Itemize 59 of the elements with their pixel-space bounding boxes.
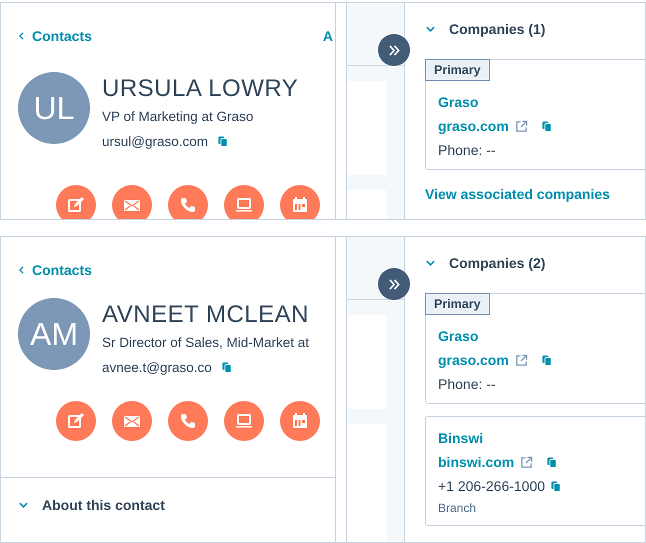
phone-number: Phone: -- [438,375,496,393]
copy-icon[interactable] [542,354,552,366]
phone-icon [178,411,198,431]
chevron-left-icon [19,266,24,274]
double-chevron-icon [388,278,400,290]
call-button[interactable] [168,401,208,441]
phone-icon [178,195,198,215]
primary-badge: Primary [425,293,490,315]
association-label: Branch [438,501,478,515]
avatar: AM [18,298,90,370]
contact-name: AVNEET MCLEAN [102,301,310,329]
job-title: VP of Marketing at Graso [102,109,254,124]
avatar: UL [18,72,90,144]
section-title[interactable]: About this contact [42,497,165,513]
calendar-icon [290,411,310,431]
copy-icon[interactable] [551,480,562,492]
chevron-icon[interactable] [19,502,28,508]
task-button[interactable] [224,401,264,441]
domain-link[interactable]: graso.com [438,117,509,135]
back-link[interactable]: Contacts [19,262,92,278]
meeting-button[interactable] [280,185,320,219]
email-address: avnee.t@graso.co [102,360,212,375]
company-link[interactable]: Graso [438,93,642,111]
phone-number: Phone: -- [438,141,496,159]
calendar-icon [290,195,310,215]
copy-icon[interactable] [547,456,558,468]
chevron-left-icon [19,32,24,40]
email-button[interactable] [112,185,152,219]
job-title: Sr Director of Sales, Mid-Market at [102,335,310,350]
call-button[interactable] [168,185,208,219]
phone-number: +1 206-266-1000 [438,477,546,495]
meeting-button[interactable] [280,401,320,441]
external-link-icon[interactable] [520,456,534,468]
primary-badge: Primary [425,59,490,81]
company-link[interactable]: Graso [438,327,642,345]
chevron-icon[interactable] [426,260,435,266]
external-link-icon[interactable] [514,120,528,132]
contact-name: URSULA LOWRY [102,75,298,103]
email-address: ursul@graso.com [102,134,208,149]
external-link-icon[interactable] [514,354,528,366]
back-link[interactable]: Contacts [19,28,92,44]
view-companies-link[interactable]: View associated companies [425,186,610,202]
pencil-square-icon [66,411,86,431]
pencil-square-icon [66,195,86,215]
company-link[interactable]: Binswi [438,429,642,447]
section-title[interactable]: Companies (1) [449,20,546,36]
chevron-icon[interactable] [426,26,435,32]
domain-link[interactable]: graso.com [438,351,509,369]
copy-icon[interactable] [218,136,228,147]
email-button[interactable] [112,401,152,441]
copy-icon[interactable] [222,362,232,373]
tab-label[interactable]: A [322,28,333,44]
note-button[interactable] [56,401,96,441]
domain-link[interactable]: binswi.com [438,453,514,471]
note-button[interactable] [56,185,96,219]
copy-icon[interactable] [542,120,552,132]
task-button[interactable] [224,185,264,219]
section-title[interactable]: Companies (2) [449,254,546,270]
double-chevron-icon [388,44,400,56]
